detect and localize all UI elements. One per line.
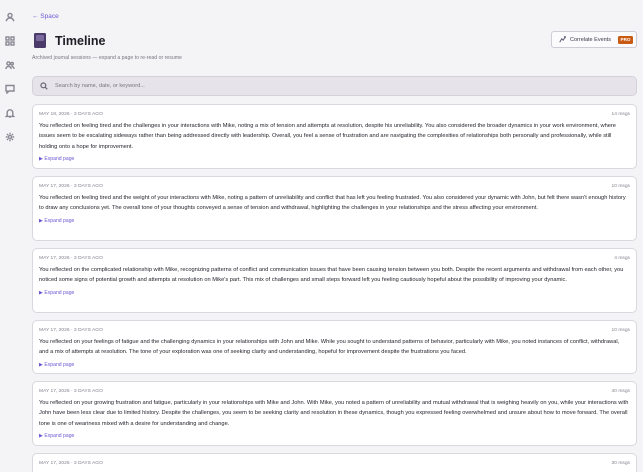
search-icon: [40, 82, 48, 90]
search-bar[interactable]: [32, 76, 637, 96]
correlate-events-button[interactable]: Correlate Events PRO: [551, 31, 637, 48]
journal-entry: MAY 17, 2026 · 3 DAYS AGO 10 msgs You ref…: [32, 176, 637, 241]
grid-icon[interactable]: [4, 35, 16, 47]
entry-date: MAY 17, 2026 · 3 DAYS AGO: [39, 328, 103, 333]
back-link[interactable]: ← Space: [32, 13, 59, 20]
expand-page-link[interactable]: ▶ Expand page: [39, 433, 630, 439]
entry-date: MAY 17, 2026 · 3 DAYS AGO: [39, 184, 103, 189]
people-icon[interactable]: [4, 59, 16, 71]
entry-date: MAY 17, 2026 · 3 DAYS AGO: [39, 461, 103, 466]
message-count: 4 msgs: [614, 256, 630, 261]
entry-date: MAY 17, 2026 · 3 DAYS AGO: [39, 256, 103, 261]
expand-page-link[interactable]: ▶ Expand page: [39, 156, 630, 162]
message-count: 10 msgs: [611, 328, 630, 333]
journal-entry: MAY 17, 2026 · 3 DAYS AGO 10 msgs You ref…: [32, 320, 637, 374]
expand-page-link[interactable]: ▶ Expand page: [39, 218, 630, 224]
journal-icon: [34, 33, 46, 48]
chat-icon[interactable]: [4, 83, 16, 95]
correlate-icon: [559, 36, 566, 43]
entry-summary: You reflected on feeling tired and the w…: [39, 195, 626, 212]
entry-summary: You reflected on your feelings of fatigu…: [39, 339, 620, 356]
journal-entry: MAY 17, 2026 · 3 DAYS AGO 40 msgs You ref…: [32, 381, 637, 446]
page-header: Timeline: [34, 33, 105, 48]
pro-badge: PRO: [618, 35, 633, 44]
page-subtitle: Archived journal sessions — expand a pag…: [32, 55, 182, 61]
message-count: 10 msgs: [611, 184, 630, 189]
expand-page-link[interactable]: ▶ Expand page: [39, 362, 630, 368]
entry-date: MAY 18, 2026 · 3 DAYS AGO: [39, 112, 103, 117]
journal-entry: MAY 17, 2026 · 3 DAYS AGO 4 msgs You refl…: [32, 248, 637, 313]
expand-page-link[interactable]: ▶ Expand page: [39, 290, 630, 296]
correlate-events-label: Correlate Events: [570, 36, 611, 43]
bell-icon[interactable]: [4, 107, 16, 119]
user-icon[interactable]: [4, 11, 16, 23]
journal-entry: MAY 17, 2026 · 3 DAYS AGO 30 msgs: [32, 453, 637, 472]
entry-summary: You reflected on the complicated relatio…: [39, 267, 624, 284]
page-title: Timeline: [55, 33, 106, 48]
entry-summary: You reflected on feeling tired and the c…: [39, 123, 616, 150]
search-input[interactable]: [55, 83, 555, 89]
entry-summary: You reflected on your growing frustratio…: [39, 400, 629, 427]
icon-rail: [0, 0, 19, 472]
message-count: 14 msgs: [611, 112, 630, 117]
entry-date: MAY 17, 2026 · 3 DAYS AGO: [39, 389, 103, 394]
journal-entry: MAY 18, 2026 · 3 DAYS AGO 14 msgs You ref…: [32, 104, 637, 169]
message-count: 30 msgs: [611, 461, 630, 466]
gear-icon[interactable]: [4, 131, 16, 143]
message-count: 40 msgs: [611, 389, 630, 394]
